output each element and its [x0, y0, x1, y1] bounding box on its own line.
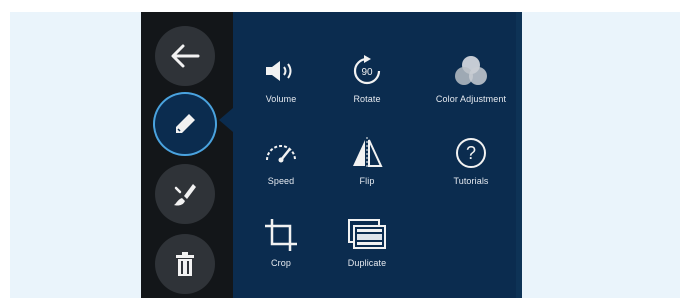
- tool-label: Rotate: [353, 94, 381, 104]
- tool-label: Tutorials: [453, 176, 489, 186]
- question-icon: ?: [456, 138, 486, 168]
- brush-icon: [174, 184, 196, 206]
- effects-button[interactable]: [155, 164, 215, 224]
- tool-color-adjustment[interactable]: Color Adjustment: [423, 48, 519, 126]
- speedometer-icon: [266, 145, 296, 163]
- tool-label: Volume: [265, 94, 297, 104]
- flip-icon: [353, 137, 383, 169]
- tool-flip[interactable]: Flip: [319, 130, 415, 208]
- active-pointer: [219, 108, 233, 132]
- tool-label: Flip: [359, 176, 375, 186]
- tool-label: Speed: [267, 176, 295, 186]
- tool-crop[interactable]: Crop: [233, 212, 329, 290]
- panel-edge: [516, 12, 522, 298]
- color-circles-icon: [455, 56, 487, 85]
- rotate-badge: 90: [361, 67, 373, 78]
- crop-icon: [265, 219, 297, 251]
- trash-icon: [176, 252, 194, 276]
- tool-label: Color Adjustment: [435, 94, 507, 104]
- editor-screen: Volume 90 Rotate Color Adjustment Speed …: [141, 12, 522, 298]
- tool-volume[interactable]: Volume: [233, 48, 329, 126]
- tool-label: Duplicate: [347, 258, 387, 268]
- back-button[interactable]: [155, 26, 215, 86]
- volume-icon: [266, 61, 292, 81]
- duplicate-icon: [348, 219, 386, 249]
- side-rail: [141, 12, 233, 298]
- edit-button[interactable]: [155, 94, 215, 154]
- delete-button[interactable]: [155, 234, 215, 294]
- rotate-90-icon: 90: [353, 55, 381, 85]
- tutorials-badge: ?: [466, 143, 476, 163]
- tool-speed[interactable]: Speed: [233, 130, 329, 208]
- arrow-left-icon: [171, 44, 200, 68]
- tool-tutorials[interactable]: ? Tutorials: [423, 130, 519, 208]
- tool-rotate[interactable]: 90 Rotate: [319, 48, 415, 126]
- tool-duplicate[interactable]: Duplicate: [319, 212, 415, 290]
- tool-label: Crop: [271, 258, 291, 268]
- pencil-icon: [176, 114, 195, 133]
